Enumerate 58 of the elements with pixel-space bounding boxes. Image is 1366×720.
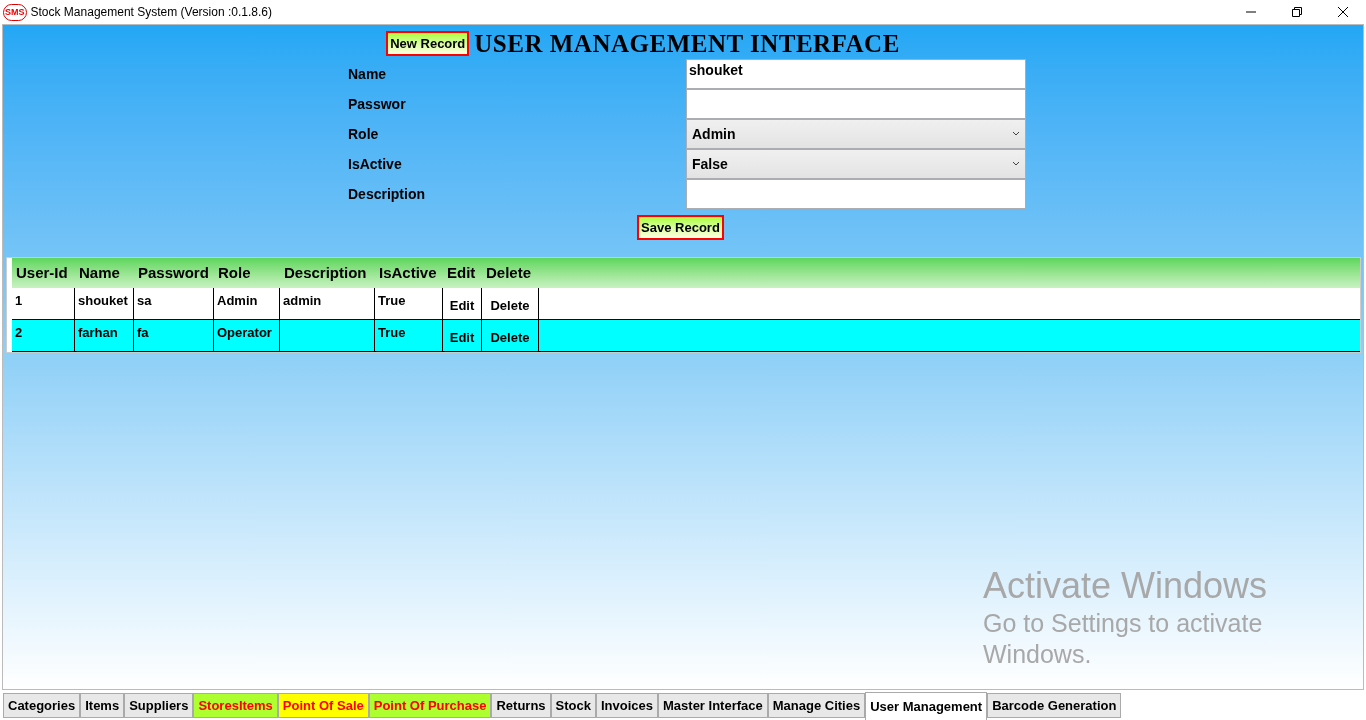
delete-link[interactable]: Delete [490, 323, 530, 348]
table-cell: fa [137, 325, 149, 340]
field-label: Passwor [348, 94, 406, 114]
edit-link[interactable]: Edit [449, 323, 475, 348]
activation-message: Go to Settings to activate [983, 608, 1264, 639]
field-label: IsActive [348, 154, 402, 174]
new-record-button[interactable]: New Record [386, 31, 470, 56]
edit-link[interactable]: Edit [449, 291, 475, 316]
column-header: Password [137, 262, 210, 283]
delete-link[interactable]: Delete [490, 291, 530, 316]
column-header: IsActive [378, 262, 438, 283]
column-header: Role [217, 262, 252, 283]
table-cell: True [378, 293, 406, 308]
tab[interactable]: Stock [550, 693, 596, 718]
page-heading: USER MANAGEMENT INTERFACE [474, 31, 900, 56]
text-field[interactable] [686, 179, 1026, 209]
table-cell: Admin [217, 293, 258, 308]
tab[interactable]: Suppliers [124, 693, 194, 718]
text-field[interactable]: shouket [686, 59, 1026, 89]
tab[interactable]: Point Of Sale [277, 693, 369, 718]
table-cell: Operator [217, 325, 272, 340]
column-header: User-Id [15, 262, 69, 283]
field-label: Description [348, 184, 425, 204]
grid-row[interactable]: 2 farhan fa Operator True Edit Delete [12, 320, 1360, 352]
field-label: Name [348, 64, 387, 84]
activation-message: Windows. [983, 639, 1093, 671]
activation-title: Activate Windows [983, 564, 1268, 608]
text-field[interactable] [686, 89, 1026, 119]
table-cell: sa [137, 293, 152, 308]
tab[interactable]: Returns [491, 693, 551, 718]
tab[interactable]: Barcode Generation [987, 693, 1122, 718]
chevron-down-icon [1012, 131, 1020, 137]
table-cell: True [378, 325, 406, 340]
tab[interactable]: Master Interface [658, 693, 768, 718]
window-title: Stock Management System (Version :0.1.8.6) [30, 4, 272, 21]
column-header: Delete [485, 262, 533, 283]
table-cell: farhan [78, 325, 118, 340]
table-cell: 2 [15, 325, 23, 340]
table-cell: admin [283, 293, 322, 308]
restore-icon [1292, 7, 1302, 17]
tab[interactable]: Manage Cities [767, 693, 866, 718]
tab[interactable]: User Management [865, 692, 988, 720]
tab[interactable]: Invoices [596, 693, 658, 718]
column-header: Edit [446, 262, 477, 283]
close-icon [1338, 7, 1348, 17]
chevron-down-icon [1012, 161, 1020, 167]
column-header: Description [283, 262, 368, 283]
dropdown[interactable]: Admin [686, 119, 1026, 149]
dropdown[interactable]: False [686, 149, 1026, 179]
app-logo: SMS [3, 3, 27, 21]
field-label: Role [348, 124, 379, 144]
table-cell: 1 [15, 293, 23, 308]
tab[interactable]: Categories [3, 693, 81, 718]
grid-row[interactable]: 1 shouket sa Admin admin True Edit Delete [12, 288, 1360, 320]
tab[interactable]: Items [80, 693, 125, 718]
table-cell: shouket [78, 293, 128, 308]
column-header: Name [78, 262, 121, 283]
save-record-button[interactable]: Save Record [637, 215, 724, 240]
